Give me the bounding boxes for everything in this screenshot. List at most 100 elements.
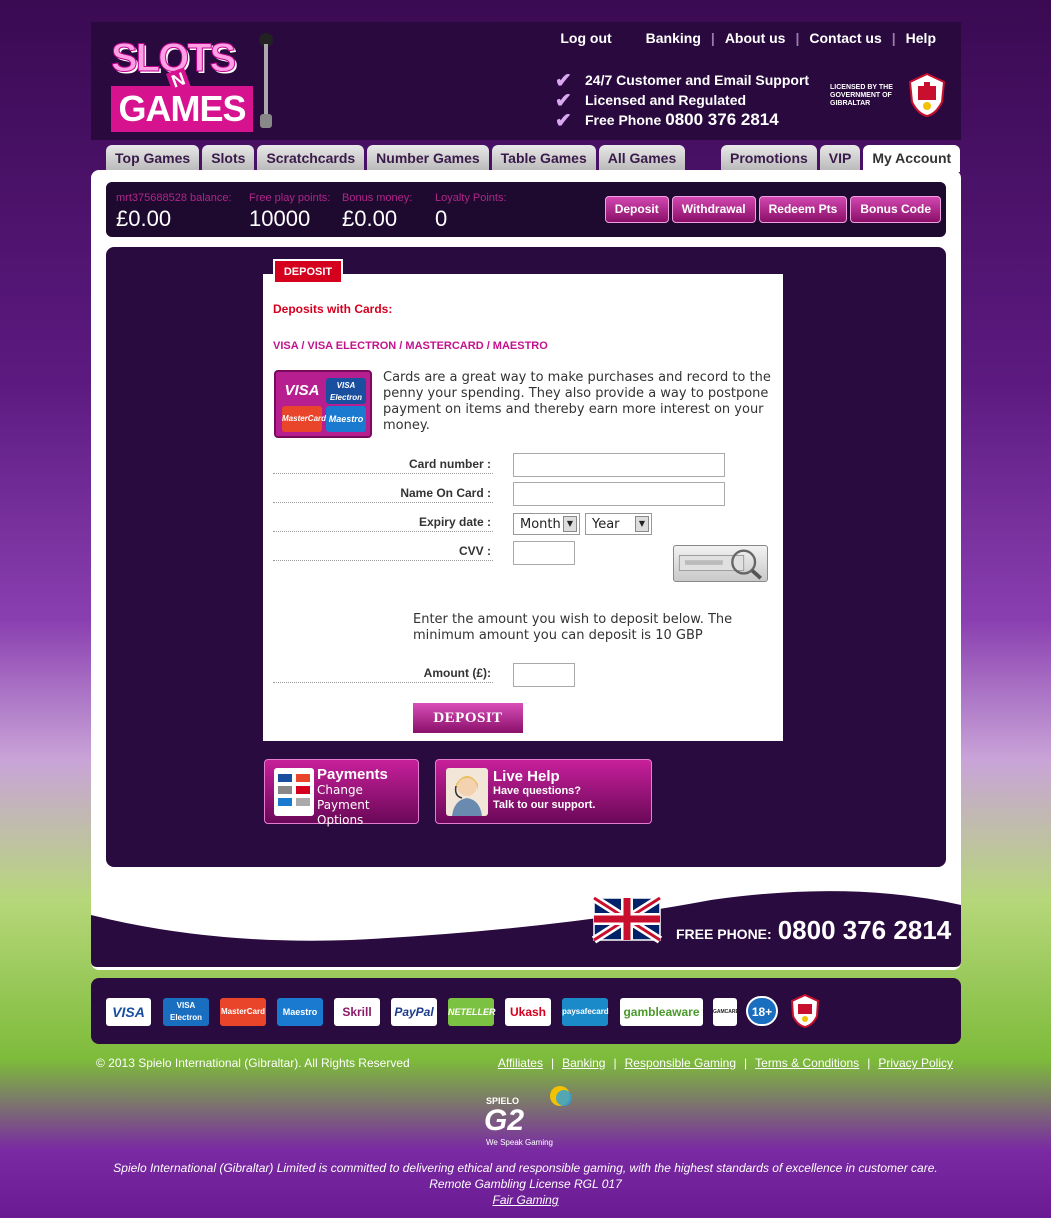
deposit-button[interactable]: Deposit (604, 196, 669, 223)
help-link[interactable]: Help (896, 30, 946, 46)
spielo-g2-logo: SPIELO G2 We Speak Gaming (480, 1084, 580, 1152)
balance-cash-label: mrt375688528 balance: (116, 192, 232, 204)
maestro-logo: Maestro (326, 406, 366, 432)
contact-us-link[interactable]: Contact us (799, 30, 891, 46)
tab-my-account[interactable]: My Account (863, 145, 961, 172)
balance-cash: mrt375688528 balance: £0.00 (116, 192, 232, 232)
responsible-gaming-link[interactable]: Responsible Gaming (617, 1056, 744, 1070)
deposit-submit-button[interactable]: DEPOSIT (413, 703, 523, 733)
expiry-year-value: Year (592, 516, 620, 532)
tab-all-games[interactable]: All Games (598, 145, 686, 171)
expiry-year-select[interactable]: Year ▼ (585, 513, 652, 535)
copyright-text: © 2013 Spielo International (Gibraltar).… (96, 1056, 410, 1070)
deposits-title: Deposits with Cards: (273, 302, 393, 316)
balance-bonus: Bonus money: £0.00 (342, 192, 412, 232)
name-on-card-input[interactable] (513, 482, 725, 506)
visa-logo: VISA (284, 382, 320, 399)
card-number-input[interactable] (513, 453, 725, 477)
balance-cash-value: £0.00 (116, 206, 172, 231)
expiry-date-label: Expiry date : (273, 515, 493, 532)
tab-number-games[interactable]: Number Games (367, 145, 489, 171)
expiry-month-select[interactable]: Month ▼ (513, 513, 580, 535)
tab-top-games[interactable]: Top Games (106, 145, 200, 171)
slot-lever-icon (259, 33, 273, 128)
tab-slots[interactable]: Slots (202, 145, 255, 171)
paypal-footer-logo: PayPal (391, 998, 437, 1026)
disclaimer-line-2: Remote Gambling License RGL 017 (429, 1177, 622, 1191)
dropdown-arrow-icon: ▼ (635, 516, 649, 532)
redeem-points-button[interactable]: Redeem Pts (758, 196, 848, 223)
live-help-title: Live Help (493, 768, 560, 785)
feature-phone: ✔ Free Phone 0800 376 2814 (555, 109, 809, 132)
affiliates-link[interactable]: Affiliates (490, 1056, 551, 1070)
top-navigation: Log out Banking | About us | Contact us … (550, 30, 946, 46)
banking-link[interactable]: Banking (636, 30, 711, 46)
cvv-magnifier-icon (673, 545, 768, 582)
payments-promo[interactable]: Payments Change Payment Options (264, 759, 419, 827)
visa-electron-footer-logo: VISA Electron (163, 998, 209, 1026)
gambleaware-footer-logo: gambleaware (620, 998, 703, 1026)
cvv-input[interactable] (513, 541, 575, 565)
account-actions: Deposit Withdrawal Redeem Pts Bonus Code (604, 196, 941, 223)
disclaimer-line-1: Spielo International (Gibraltar) Limited… (113, 1161, 938, 1175)
site-logo[interactable]: SLOTS GAMES N (111, 30, 281, 134)
feature-support-text: 24/7 Customer and Email Support (585, 72, 810, 88)
privacy-policy-link[interactable]: Privacy Policy (870, 1056, 953, 1070)
amount-input[interactable] (513, 663, 575, 687)
footer-phone-label: FREE PHONE: (676, 926, 772, 942)
paysafecard-footer-logo: paysafecard (562, 998, 609, 1026)
visa-electron-logo: VISA Electron (326, 378, 366, 404)
bonus-code-button[interactable]: Bonus Code (850, 196, 941, 223)
g2-text: G2 (484, 1104, 525, 1137)
gibraltar-crest-icon (908, 72, 946, 118)
balance-loyalty: Loyalty Points: 0 (435, 192, 507, 232)
withdrawal-button[interactable]: Withdrawal (671, 196, 756, 223)
card-number-label: Card number : (273, 457, 493, 474)
loyalty-points-label: Loyalty Points: (435, 192, 507, 204)
footer-banking-link[interactable]: Banking (554, 1056, 613, 1070)
dropdown-arrow-icon: ▼ (563, 516, 577, 532)
amount-label: Amount (£): (273, 666, 493, 683)
logout-link[interactable]: Log out (550, 30, 621, 46)
game-category-tabs: Top Games Slots Scratchcards Number Game… (106, 145, 686, 171)
card-types: VISA / VISA ELECTRON / MASTERCARD / MAES… (273, 340, 548, 352)
live-help-promo[interactable]: Live Help Have questions? Talk to our su… (435, 759, 652, 824)
feature-list: ✔ 24/7 Customer and Email Support ✔ Lice… (555, 70, 810, 132)
license-text: LICENSED BY THE GOVERNMENT OF GIBRALTAR (830, 84, 893, 107)
gamcare-footer-logo: GAMCARE (713, 998, 739, 1026)
footer-links: Affiliates | Banking | Responsible Gamin… (490, 1056, 953, 1070)
payments-promo-title: Payments (317, 766, 388, 783)
name-on-card-label: Name On Card : (273, 486, 493, 503)
tab-promotions[interactable]: Promotions (721, 145, 817, 171)
mastercard-footer-logo: MasterCard (220, 998, 266, 1026)
payments-promo-subtitle: Change Payment Options (317, 783, 370, 827)
balance-bar: mrt375688528 balance: £0.00 Free play po… (106, 182, 946, 237)
fair-gaming-link[interactable]: Fair Gaming (0, 1192, 1051, 1208)
terms-conditions-link[interactable]: Terms & Conditions (747, 1056, 867, 1070)
tab-table-games[interactable]: Table Games (491, 145, 596, 171)
deposit-form-tab[interactable]: DEPOSIT (273, 259, 343, 282)
tab-vip[interactable]: VIP (819, 145, 861, 171)
checkmark-icon: ✔ (555, 109, 572, 132)
free-play-label: Free play points: (249, 192, 331, 204)
free-play-value: 10000 (249, 206, 311, 231)
cvv-label: CVV : (273, 544, 493, 561)
card-description: Cards are a great way to make purchases … (383, 370, 771, 433)
maestro-footer-logo: Maestro (277, 998, 323, 1026)
mastercard-logo: MasterCard (282, 406, 326, 432)
footer-free-phone: FREE PHONE: 0800 376 2814 (676, 915, 951, 946)
live-help-subtitle-2: Talk to our support. (493, 799, 596, 811)
tab-scratchcards[interactable]: Scratchcards (257, 145, 365, 171)
about-us-link[interactable]: About us (715, 30, 796, 46)
neteller-footer-logo: NETELLER (448, 998, 496, 1026)
footer-phone-number: 0800 376 2814 (777, 915, 952, 945)
uk-flag-icon (592, 894, 663, 944)
g2-tagline: We Speak Gaming (486, 1138, 553, 1147)
account-tabs: Promotions VIP My Account (721, 145, 961, 172)
balance-free-play: Free play points: 10000 (249, 192, 330, 232)
gibraltar-crest-footer-icon (790, 994, 820, 1028)
gibraltar-license: LICENSED BY THE GOVERNMENT OF GIBRALTAR (830, 72, 950, 120)
feature-support: ✔ 24/7 Customer and Email Support (555, 70, 810, 92)
card-logos-image: VISA VISA Electron MasterCard Maestro (274, 370, 372, 438)
amount-note: Enter the amount you wish to deposit bel… (413, 612, 733, 643)
